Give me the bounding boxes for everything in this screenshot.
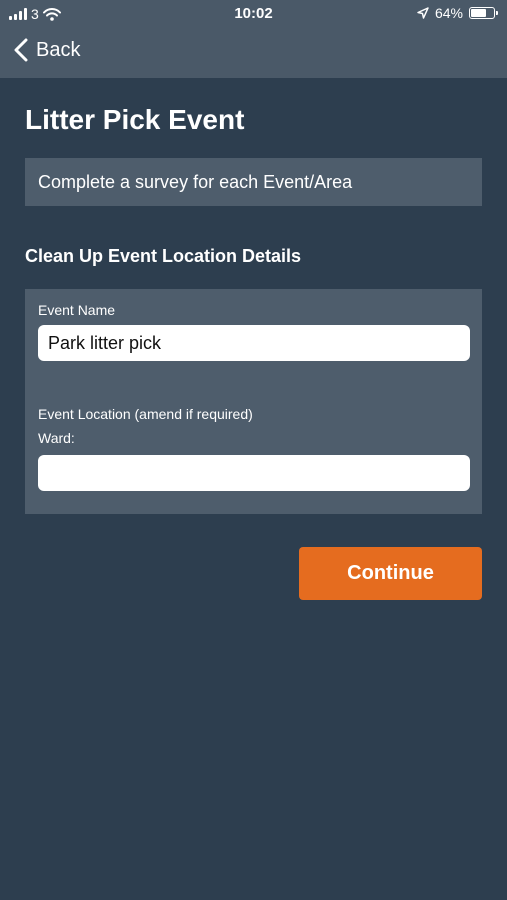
location-form-panel: Event Name Event Location (amend if requ… xyxy=(25,289,482,514)
location-arrow-icon xyxy=(417,7,429,19)
event-name-input[interactable] xyxy=(38,325,470,361)
battery-percent: 64% xyxy=(434,5,463,21)
ward-input[interactable] xyxy=(38,455,470,491)
event-location-label: Event Location (amend if required) xyxy=(38,406,253,422)
event-name-label: Event Name xyxy=(38,302,116,318)
battery-fill xyxy=(471,9,487,17)
ward-label: Ward: xyxy=(38,430,75,446)
battery-icon xyxy=(469,7,498,19)
status-bar: 3 10:02 64% xyxy=(0,0,507,28)
continue-button[interactable]: Continue xyxy=(299,547,482,600)
info-text: Complete a survey for each Event/Area xyxy=(38,171,353,192)
back-button[interactable]: Back xyxy=(14,38,80,62)
info-banner: Complete a survey for each Event/Area xyxy=(25,158,482,206)
page-title: Litter Pick Event xyxy=(25,104,245,135)
section-title: Clean Up Event Location Details xyxy=(25,246,302,266)
back-label: Back xyxy=(36,38,81,61)
top-bar: 3 10:02 64% Back xyxy=(0,0,507,78)
status-right: 64% xyxy=(417,5,498,21)
chevron-left-icon xyxy=(14,38,28,62)
